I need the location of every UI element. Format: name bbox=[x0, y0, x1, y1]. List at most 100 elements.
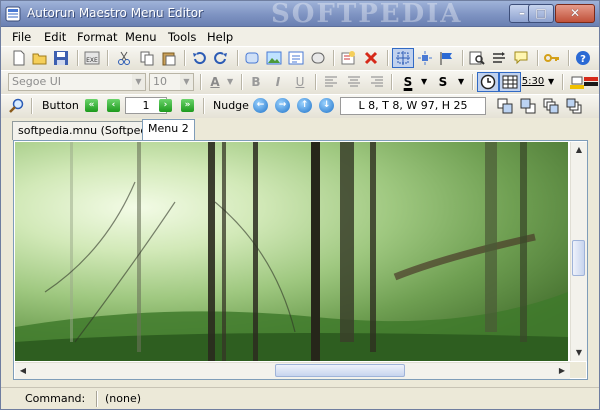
open-icon[interactable] bbox=[32, 50, 48, 66]
next-object-button[interactable]: › bbox=[159, 99, 172, 112]
chevron-down-icon[interactable]: ▼ bbox=[548, 74, 554, 90]
command-label: Command: bbox=[25, 392, 86, 405]
toolbar-separator bbox=[184, 50, 186, 66]
build-exe-icon[interactable]: EXE bbox=[84, 50, 100, 66]
first-object-button[interactable]: « bbox=[85, 99, 98, 112]
nudge-down-button[interactable]: ↓ bbox=[319, 98, 334, 113]
bring-to-front-icon[interactable] bbox=[543, 98, 559, 114]
nudge-up-button[interactable]: ↑ bbox=[297, 98, 312, 113]
toolbar-separator bbox=[237, 50, 239, 66]
toolbar-separator bbox=[562, 74, 564, 90]
prev-object-button[interactable]: ‹ bbox=[107, 99, 120, 112]
time-format-button[interactable]: 5:30 bbox=[521, 73, 545, 91]
bold-button[interactable]: B bbox=[247, 73, 265, 91]
add-shape-icon[interactable] bbox=[310, 50, 326, 66]
chevron-down-icon[interactable]: ▼ bbox=[458, 74, 464, 90]
undo-icon[interactable] bbox=[191, 50, 207, 66]
close-button[interactable]: ✕ bbox=[555, 4, 595, 23]
clock-icon[interactable] bbox=[480, 74, 496, 90]
menu-tools[interactable]: Tools bbox=[168, 30, 196, 44]
underline-button[interactable]: U bbox=[291, 73, 309, 91]
nudge-left-button[interactable]: ← bbox=[253, 98, 268, 113]
bring-forward-icon[interactable] bbox=[497, 98, 513, 114]
chevron-down-icon: ▼ bbox=[132, 74, 145, 90]
align-left-icon[interactable] bbox=[323, 74, 339, 90]
scroll-right-icon[interactable]: ▶ bbox=[554, 363, 570, 379]
align-center-icon[interactable] bbox=[346, 74, 362, 90]
format-toolbar: Segoe UI ▼ 10 ▼ A ▼ B I U S ▼ S ▼ 5:30 ▼ bbox=[1, 70, 599, 95]
key-icon[interactable] bbox=[544, 50, 560, 66]
editor-canvas[interactable]: ▲ ▼ ◀ ▶ bbox=[13, 140, 588, 380]
send-backward-icon[interactable] bbox=[520, 98, 536, 114]
chevron-down-icon: ▼ bbox=[180, 74, 193, 90]
paste-icon[interactable] bbox=[161, 50, 177, 66]
font-size-value: 10 bbox=[153, 75, 167, 88]
menu-help[interactable]: Help bbox=[207, 30, 233, 44]
add-image-icon[interactable] bbox=[266, 50, 282, 66]
copy-icon[interactable] bbox=[139, 50, 155, 66]
comment-icon[interactable] bbox=[513, 50, 529, 66]
title-bar[interactable]: SOFTPEDIA Autorun Maestro Menu Editor – … bbox=[1, 0, 599, 29]
grid-icon[interactable] bbox=[502, 74, 518, 90]
toolbar-separator bbox=[568, 50, 570, 66]
add-button-icon[interactable] bbox=[244, 50, 260, 66]
horizontal-scrollbar[interactable]: ◀ ▶ bbox=[15, 362, 570, 379]
svg-text:EXE: EXE bbox=[86, 57, 98, 64]
scroll-up-icon[interactable]: ▲ bbox=[571, 142, 587, 158]
save-icon[interactable] bbox=[53, 50, 69, 66]
command-value: (none) bbox=[105, 392, 142, 405]
vertical-scroll-thumb[interactable] bbox=[572, 240, 585, 276]
text-shadow-button[interactable]: S bbox=[434, 73, 452, 91]
send-to-back-icon[interactable] bbox=[566, 98, 582, 114]
object-type-label: Button bbox=[42, 99, 79, 112]
chevron-down-icon[interactable]: ▼ bbox=[421, 74, 427, 90]
delete-icon[interactable] bbox=[363, 50, 379, 66]
help-icon[interactable]: ? bbox=[575, 50, 591, 66]
position-readout: L 8, T 8, W 97, H 25 bbox=[340, 97, 486, 115]
chevron-down-icon[interactable]: ▼ bbox=[227, 74, 233, 90]
new-icon[interactable] bbox=[11, 50, 27, 66]
maximize-button[interactable]: □ bbox=[528, 4, 554, 23]
document-tabs: softpedia.mnu (Softpedia) Menu 2 bbox=[1, 118, 599, 140]
last-object-button[interactable]: » bbox=[181, 99, 194, 112]
grid-select-icon[interactable] bbox=[395, 50, 411, 66]
align-right-icon[interactable] bbox=[369, 74, 385, 90]
font-color-button[interactable]: A bbox=[206, 73, 224, 91]
vertical-scrollbar[interactable]: ▲ ▼ bbox=[570, 142, 587, 361]
add-text-icon[interactable] bbox=[288, 50, 304, 66]
forest-trees bbox=[15, 142, 568, 361]
fill-color-icon[interactable] bbox=[583, 74, 599, 90]
toolbar-separator bbox=[472, 74, 474, 90]
properties-icon[interactable] bbox=[340, 50, 356, 66]
forest-background-image bbox=[15, 142, 568, 361]
redo-icon[interactable] bbox=[213, 50, 229, 66]
status-bar: Command: (none) bbox=[1, 387, 599, 409]
font-size-select[interactable]: 10 ▼ bbox=[149, 73, 194, 91]
nudge-right-button[interactable]: → bbox=[275, 98, 290, 113]
scroll-left-icon[interactable]: ◀ bbox=[15, 363, 31, 379]
search-icon[interactable] bbox=[9, 98, 25, 114]
app-icon bbox=[5, 6, 21, 22]
status-divider bbox=[96, 391, 98, 407]
horizontal-scroll-thumb[interactable] bbox=[275, 364, 405, 377]
text-outline-button[interactable]: S bbox=[399, 73, 417, 91]
menu-format[interactable]: Format bbox=[77, 30, 118, 44]
menu-menu[interactable]: Menu bbox=[125, 30, 157, 44]
watermark: SOFTPEDIA bbox=[271, 0, 463, 29]
preview-icon[interactable] bbox=[469, 50, 485, 66]
main-toolbar: EXE ? bbox=[1, 46, 599, 71]
menu-file[interactable]: File bbox=[12, 30, 31, 44]
sequence-icon[interactable] bbox=[491, 50, 507, 66]
toolbar-separator bbox=[462, 50, 464, 66]
menu-edit[interactable]: Edit bbox=[44, 30, 66, 44]
cut-icon[interactable] bbox=[116, 50, 132, 66]
italic-button[interactable]: I bbox=[269, 73, 287, 91]
tab-menu-2[interactable]: Menu 2 bbox=[142, 119, 195, 140]
toolbar-separator bbox=[77, 50, 79, 66]
toolbar-separator bbox=[200, 74, 202, 90]
distribute-icon[interactable] bbox=[417, 50, 433, 66]
font-family-select[interactable]: Segoe UI ▼ bbox=[8, 73, 146, 91]
nudge-label: Nudge bbox=[213, 99, 249, 112]
scroll-down-icon[interactable]: ▼ bbox=[571, 345, 587, 361]
flag-icon[interactable] bbox=[439, 50, 455, 66]
